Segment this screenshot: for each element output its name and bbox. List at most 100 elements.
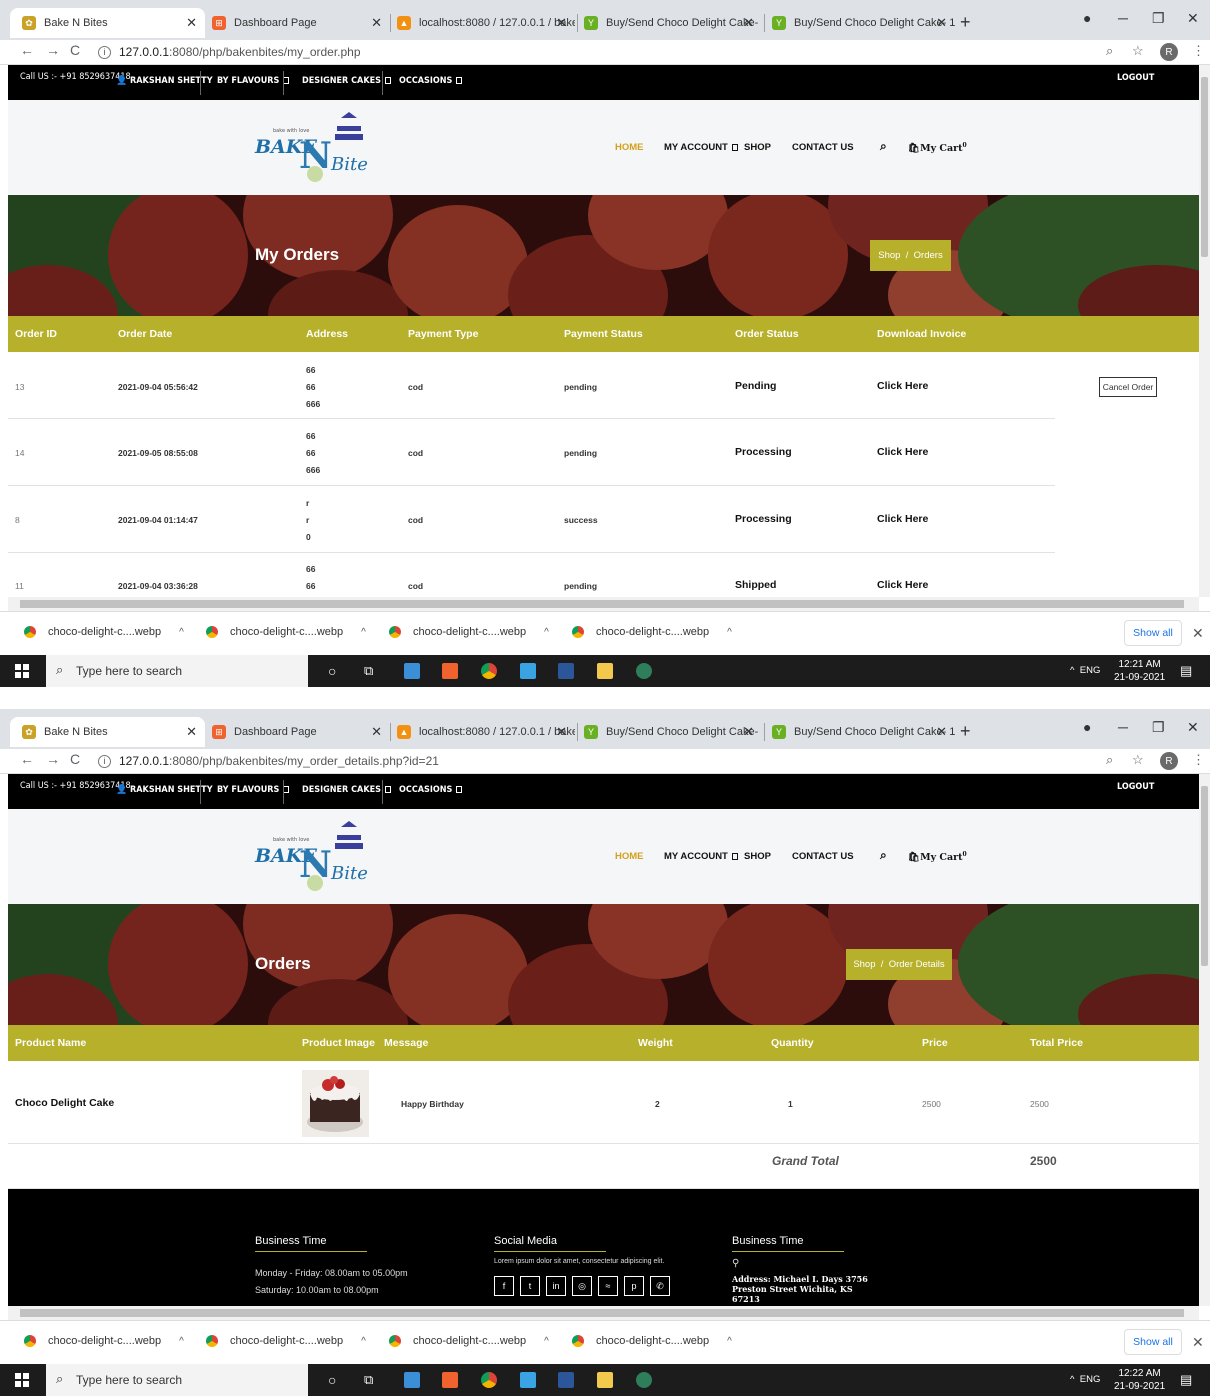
nav-occasions[interactable]: OCCASIONS [399,76,463,86]
tab-bake-n-bites[interactable]: ✿ Bake N Bites ✕ [10,8,205,38]
new-tab-button[interactable]: + [960,12,971,33]
close-icon[interactable]: ✕ [936,724,947,740]
show-all-button[interactable]: Show all [1124,620,1182,646]
menu-shop[interactable]: SHOP [744,851,771,862]
taskbar-clock[interactable]: 12:21 AM 21-09-2021 [1114,658,1165,684]
kebab-menu-icon[interactable]: ⋮ [1192,752,1205,768]
download-item[interactable]: choco-delight-c....webp ^ [206,626,366,638]
download-item[interactable]: choco-delight-c....webp ^ [389,626,549,638]
dribbble-icon[interactable]: ◎ [572,1276,592,1296]
close-window-button[interactable]: ✕ [1187,719,1199,736]
task-view-icon[interactable]: ⧉ [364,1372,380,1388]
search-icon[interactable]: ⌕ [880,139,887,154]
nav-occasions[interactable]: OCCASIONS [399,785,463,795]
chevron-up-icon[interactable]: ^ [727,627,732,638]
menu-contact[interactable]: CONTACT US [792,851,854,862]
close-downloads-icon[interactable]: ✕ [1192,1334,1204,1351]
windows-start-icon[interactable] [14,1372,30,1388]
cortana-icon[interactable]: ○ [328,1372,344,1388]
horizontal-scrollbar[interactable] [8,1306,1199,1320]
forward-arrow-icon[interactable]: → [46,42,60,58]
close-icon[interactable]: ✕ [186,15,197,31]
store-icon[interactable] [520,663,536,679]
chrome-icon[interactable] [481,1372,497,1388]
chrome-menu-icon[interactable]: ● [1083,10,1091,26]
store-icon[interactable] [520,1372,536,1388]
minimize-button[interactable]: ─ [1118,10,1128,26]
tab-dashboard[interactable]: ⊞ Dashboard Page ✕ [200,717,390,747]
cortana-icon[interactable]: ○ [328,663,344,679]
menu-home[interactable]: HOME [615,851,644,862]
invoice-link[interactable]: Click Here [877,446,928,458]
download-item[interactable]: choco-delight-c....webp ^ [572,1335,732,1347]
forward-arrow-icon[interactable]: → [46,751,60,767]
invoice-link[interactable]: Click Here [877,579,928,591]
chevron-up-icon[interactable]: ^ [179,1336,184,1347]
kebab-menu-icon[interactable]: ⋮ [1192,43,1205,59]
download-item[interactable]: choco-delight-c....webp ^ [24,1335,184,1347]
tab-phpmyadmin[interactable]: ▲ localhost:8080 / 127.0.0.1 / baker ✕ [385,8,575,38]
file-explorer-icon[interactable] [597,1372,613,1388]
invoice-link[interactable]: Click Here [877,380,928,392]
cancel-order-button[interactable]: Cancel Order [1099,377,1157,397]
whatsapp-icon[interactable]: ✆ [650,1276,670,1296]
chevron-up-icon[interactable]: ^ [361,627,366,638]
bookmark-star-icon[interactable]: ☆ [1132,43,1144,59]
breadcrumb-shop[interactable]: Shop [878,250,900,261]
pinterest-icon[interactable]: p [624,1276,644,1296]
chrome-profile-icon[interactable] [636,663,652,679]
nav-designer-cakes[interactable]: DESIGNER CAKES [302,76,391,86]
nav-by-flavours[interactable]: BY FLAVOURS [217,76,290,86]
notification-icon[interactable]: ▤ [1180,663,1196,679]
cart-link[interactable]: 🛍My Cart0 [908,851,967,863]
menu-my-account[interactable]: MY ACCOUNT [664,142,738,153]
task-view-icon[interactable]: ⧉ [364,663,380,679]
user-link[interactable]: 👤 RAKSHAN SHETTY [116,76,213,86]
close-icon[interactable]: ✕ [186,724,197,740]
download-item[interactable]: choco-delight-c....webp ^ [206,1335,366,1347]
close-icon[interactable]: ✕ [371,724,382,740]
facebook-icon[interactable]: f [494,1276,514,1296]
tab-choco-delight-2[interactable]: Y Buy/Send Choco Delight Cake- 1 ✕ [760,717,955,747]
search-icon[interactable]: ⌕ [880,848,887,863]
url-input[interactable]: i 127.0.0.1:8080/php/bakenbites/my_order… [98,751,1098,771]
chevron-up-icon[interactable]: ^ [1070,1374,1074,1385]
tab-choco-delight-2[interactable]: Y Buy/Send Choco Delight Cake- 1 ✕ [760,8,955,38]
minimize-button[interactable]: ─ [1118,719,1128,735]
word-icon[interactable] [558,1372,574,1388]
tab-choco-delight-1[interactable]: Y Buy/Send Choco Delight Cake- 1 ✕ [572,8,762,38]
back-arrow-icon[interactable]: ← [20,751,34,767]
close-icon[interactable]: ✕ [936,15,947,31]
tab-choco-delight-1[interactable]: Y Buy/Send Choco Delight Cake- 1 ✕ [572,717,762,747]
word-icon[interactable] [558,663,574,679]
menu-shop[interactable]: SHOP [744,142,771,153]
cart-link[interactable]: 🛍My Cart0 [908,142,967,154]
bake-n-bite-logo[interactable]: BAKE N Bite bake with love [253,108,383,188]
info-icon[interactable]: i [98,754,111,768]
close-icon[interactable]: ✕ [371,15,382,31]
new-tab-button[interactable]: + [960,721,971,742]
rss-icon[interactable]: ≈ [598,1276,618,1296]
chevron-up-icon[interactable]: ^ [361,1336,366,1347]
close-icon[interactable]: ✕ [743,15,754,31]
restore-button[interactable]: ❐ [1152,719,1165,736]
vertical-scrollbar[interactable] [1199,65,1210,597]
chevron-up-icon[interactable]: ^ [727,1336,732,1347]
logout-link[interactable]: LOGOUT [1117,73,1154,83]
url-input[interactable]: i 127.0.0.1:8080/php/bakenbites/my_order… [98,42,1098,62]
taskbar-search-input[interactable]: ⌕ Type here to search [46,655,308,687]
linkedin-icon[interactable]: in [546,1276,566,1296]
nav-by-flavours[interactable]: BY FLAVOURS [217,785,290,795]
tab-dashboard[interactable]: ⊞ Dashboard Page ✕ [200,8,390,38]
chrome-icon[interactable] [481,663,497,679]
menu-my-account[interactable]: MY ACCOUNT [664,851,738,862]
chevron-up-icon[interactable]: ^ [544,1336,549,1347]
xampp-icon[interactable] [442,663,458,679]
file-explorer-icon[interactable] [597,663,613,679]
zoom-icon[interactable]: ⌕ [1106,43,1113,59]
tab-phpmyadmin[interactable]: ▲ localhost:8080 / 127.0.0.1 / baker ✕ [385,717,575,747]
info-icon[interactable]: i [98,45,111,59]
close-window-button[interactable]: ✕ [1187,10,1199,27]
user-link[interactable]: 👤 RAKSHAN SHETTY [116,785,213,795]
close-downloads-icon[interactable]: ✕ [1192,625,1204,642]
